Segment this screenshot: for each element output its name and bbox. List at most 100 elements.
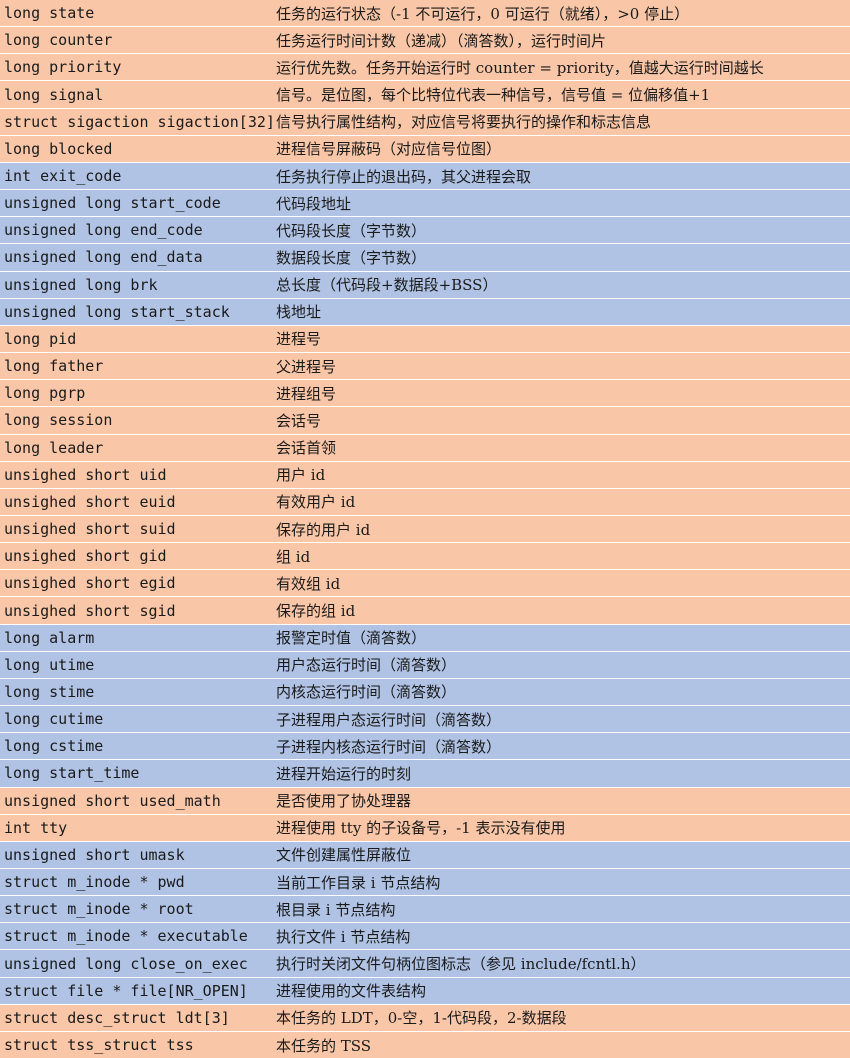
field-declaration: long leader (4, 438, 104, 457)
field-description: 任务执行停止的退出码，其父进程会取 (276, 167, 532, 186)
table-row: struct m_inode * executable 执行文件 i 节点结构 (0, 923, 850, 951)
table-row: long counter 任务运行时间计数（递减）（滴答数），运行时间片 (0, 27, 850, 55)
field-description: 任务的运行状态（-1 不可运行，0 可运行（就绪），>0 停止） (276, 4, 690, 23)
field-declaration: long session (4, 411, 113, 430)
field-declaration: long pgrp (4, 384, 86, 403)
field-description: 用户态运行时间（滴答数） (276, 656, 457, 675)
field-declaration: unsigned long close_on_exec (4, 954, 248, 973)
field-description: 信号执行属性结构，对应信号将要执行的操作和标志信息 (276, 113, 652, 132)
table-row: long priority 运行优先数。任务开始运行时 counter = pri… (0, 54, 850, 82)
table-row: struct tss_struct tss 本任务的 TSS (0, 1031, 850, 1058)
table-row: long start_time 进程开始运行的时刻 (0, 760, 850, 788)
field-declaration: unsighed short sgid (4, 601, 176, 620)
field-declaration: unsigned long end_data (4, 248, 203, 267)
table-row: long signal 信号。是位图，每个比特位代表一种信号，信号值 = 位偏移值… (0, 81, 850, 109)
table-row: long cutime 子进程用户态运行时间（滴答数） (0, 706, 850, 734)
field-description: 父进程号 (276, 357, 337, 376)
table-row: long alarm 报警定时值（滴答数） (0, 624, 850, 652)
field-description: 本任务的 LDT，0-空，1-代码段，2-数据段 (276, 1009, 567, 1028)
table-row: unsighed short suid 保存的用户 id (0, 515, 850, 544)
field-declaration: long counter (4, 31, 113, 50)
field-declaration: long cstime (4, 737, 104, 756)
table-row: long father 父进程号 (0, 353, 850, 381)
table-row: unsighed short sgid 保存的组 id (0, 597, 850, 625)
table-row: unsighed short uid 用户 id (0, 461, 850, 489)
field-description: 组 id (276, 547, 311, 566)
field-declaration: long stime (4, 682, 95, 701)
field-description: 内核态运行时间（滴答数） (276, 683, 457, 702)
field-description: 总长度（代码段+数据段+BSS） (276, 276, 498, 295)
table-row: unsigned long brk 总长度（代码段+数据段+BSS） (0, 271, 850, 299)
field-declaration: int exit_code (4, 167, 122, 186)
table-row: struct desc_struct ldt[3] 本任务的 LDT，0-空，1-… (0, 1004, 850, 1032)
field-description: 进程组号 (276, 384, 337, 403)
field-description: 根目录 i 节点结构 (276, 900, 396, 919)
table-row: unsigned long close_on_exec 执行时关闭文件句柄位图标志… (0, 950, 850, 978)
table-row: int exit_code 任务执行停止的退出码，其父进程会取 (0, 162, 850, 191)
field-declaration: unsighed short euid (4, 492, 176, 511)
table-row: struct m_inode * pwd 当前工作目录 i 节点结构 (0, 869, 850, 897)
field-description: 任务运行时间计数（递减）（滴答数），运行时间片 (276, 31, 607, 50)
field-description: 有效组 id (276, 574, 341, 593)
field-description: 代码段地址 (276, 194, 352, 213)
field-description: 进程号 (276, 330, 322, 349)
field-description: 报警定时值（滴答数） (276, 629, 427, 648)
field-description: 进程信号屏蔽码（对应信号位图） (276, 140, 502, 159)
field-description: 数据段长度（字节数） (276, 248, 427, 267)
table-row: long pid 进程号 (0, 325, 850, 354)
field-description: 执行文件 i 节点结构 (276, 927, 411, 946)
field-declaration: long priority (4, 58, 122, 77)
field-description: 当前工作目录 i 节点结构 (276, 873, 441, 892)
table-row: long stime 内核态运行时间（滴答数） (0, 678, 850, 707)
table-row: struct m_inode * root 根目录 i 节点结构 (0, 896, 850, 924)
field-declaration: unsighed short uid (4, 465, 167, 484)
field-description: 子进程用户态运行时间（滴答数） (276, 710, 502, 729)
field-description: 进程使用的文件表结构 (276, 982, 427, 1001)
field-description: 用户 id (276, 466, 326, 485)
table-row: unsigned long end_code 代码段长度（字节数） (0, 217, 850, 245)
field-declaration: long alarm (4, 628, 95, 647)
field-declaration: long signal (4, 85, 104, 104)
field-declaration: long pid (4, 329, 77, 348)
table-row: unsigned short used_math 是否使用了协处理器 (0, 787, 850, 815)
field-declaration: struct sigaction sigaction[32] (4, 112, 273, 131)
field-description: 保存的用户 id (276, 520, 371, 539)
table-row: unsighed short gid 组 id (0, 543, 850, 571)
field-description: 栈地址 (276, 303, 322, 322)
table-row: unsighed short euid 有效用户 id (0, 488, 850, 516)
field-description: 本任务的 TSS (276, 1036, 372, 1055)
field-description: 执行时关闭文件句柄位图标志（参见 include/fcntl.h） (276, 955, 646, 974)
field-declaration: long state (4, 4, 95, 23)
table-row: unsigned short umask 文件创建属性屏蔽位 (0, 841, 850, 869)
field-declaration: long blocked (4, 139, 113, 158)
field-declaration: long father (4, 357, 104, 376)
field-declaration: struct tss_struct tss (4, 1036, 194, 1055)
field-declaration: unsigned long start_stack (4, 302, 230, 321)
field-declaration: unsigned short umask (4, 845, 185, 864)
table-row: unsigned long start_stack 栈地址 (0, 298, 850, 326)
table-row: int tty 进程使用 tty 的子设备号，-1 表示没有使用 (0, 814, 850, 842)
field-declaration: unsighed short suid (4, 520, 176, 539)
field-declaration: unsigned short used_math (4, 791, 221, 810)
table-row: struct file * file[NR_OPEN] 进程使用的文件表结构 (0, 977, 850, 1005)
field-declaration: long start_time (4, 764, 140, 783)
table-row: long leader 会话首领 (0, 434, 850, 462)
field-description: 运行优先数。任务开始运行时 counter = priority，值越大运行时间… (276, 58, 764, 77)
field-declaration: struct file * file[NR_OPEN] (4, 981, 248, 1000)
field-description: 会话号 (276, 411, 322, 430)
field-declaration: struct m_inode * root (4, 900, 194, 919)
table-row: long session 会话号 (0, 407, 850, 435)
field-declaration: struct desc_struct ldt[3] (4, 1008, 230, 1027)
field-description: 代码段长度（字节数） (276, 221, 427, 240)
field-description: 信号。是位图，每个比特位代表一种信号，信号值 = 位偏移值+1 (276, 86, 711, 105)
field-declaration: struct m_inode * executable (4, 927, 248, 946)
field-description: 进程开始运行的时刻 (276, 764, 412, 783)
field-description: 有效用户 id (276, 493, 356, 512)
field-description: 进程使用 tty 的子设备号，-1 表示没有使用 (276, 819, 566, 838)
field-description: 保存的组 id (276, 602, 356, 621)
table-row: long state 任务的运行状态（-1 不可运行，0 可运行（就绪），>0 停… (0, 0, 850, 28)
table-row: long cstime 子进程内核态运行时间（滴答数） (0, 733, 850, 761)
table-row: struct sigaction sigaction[32] 信号执行属性结构，对… (0, 108, 850, 136)
field-description: 是否使用了协处理器 (276, 792, 412, 811)
field-declaration: int tty (4, 818, 68, 837)
